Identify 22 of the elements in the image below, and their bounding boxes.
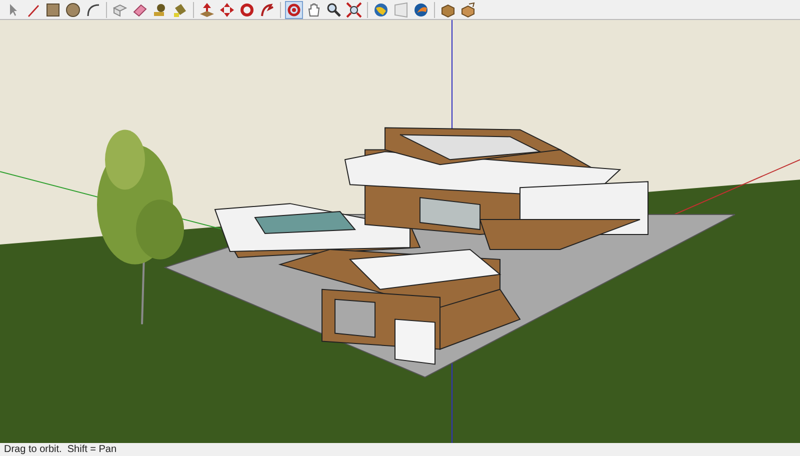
- 3d-viewport[interactable]: [0, 20, 800, 443]
- earth-icon: [413, 2, 429, 18]
- tool-button[interactable]: [64, 0, 82, 18]
- magnifier-icon: [326, 2, 342, 18]
- hand-icon: [306, 2, 322, 18]
- eraser-icon: [132, 2, 148, 18]
- tool-button[interactable]: [345, 0, 363, 18]
- tool-button[interactable]: [325, 0, 343, 18]
- square-icon: [45, 2, 61, 18]
- cube-icon: [112, 2, 128, 18]
- status-text: Drag to orbit. Shift = Pan: [4, 444, 117, 454]
- rotate-icon: [239, 2, 255, 18]
- tool-button[interactable]: [218, 0, 236, 18]
- circle-icon: [65, 2, 81, 18]
- globe-icon: [373, 2, 389, 18]
- move-arrows-icon: [219, 2, 235, 18]
- arc-icon: [85, 2, 101, 18]
- tool-button[interactable]: [372, 0, 390, 18]
- tool-button[interactable]: [412, 0, 430, 18]
- zoom-extents-icon: [346, 2, 362, 18]
- tool-button[interactable]: [238, 0, 256, 18]
- tool-button[interactable]: [44, 0, 62, 18]
